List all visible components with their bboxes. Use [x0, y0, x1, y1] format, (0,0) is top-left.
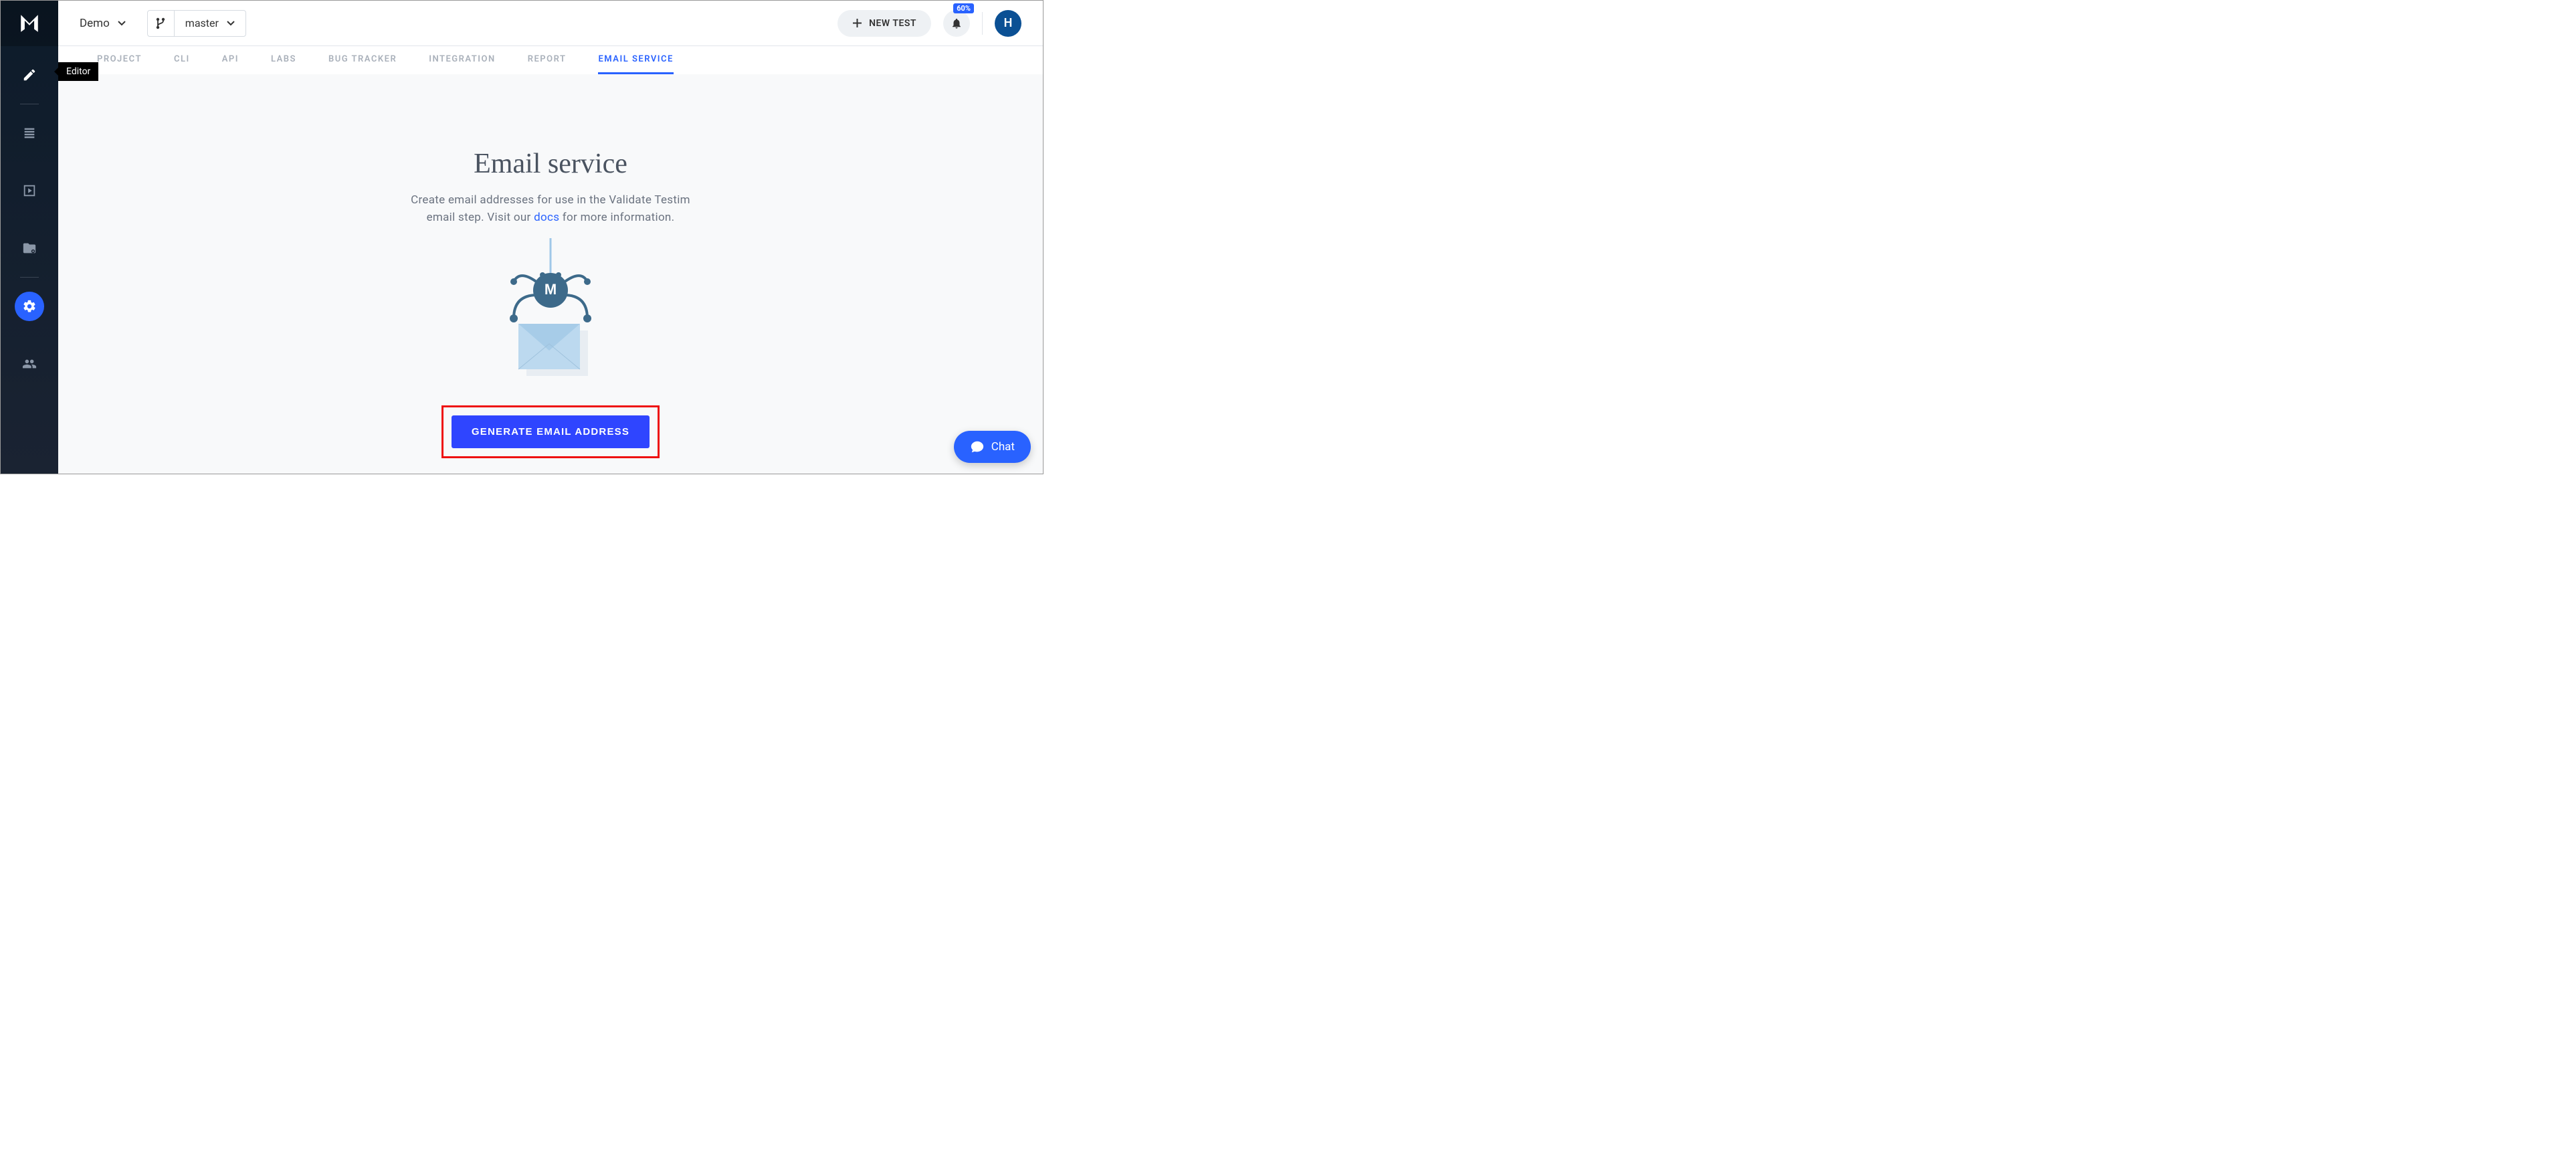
page-title: Email service [474, 148, 627, 180]
tab-cli[interactable]: CLI [174, 46, 190, 74]
top-header: Demo master NEW TEST 60% [58, 1, 1043, 46]
chat-label: Chat [991, 440, 1015, 454]
chat-button[interactable]: Chat [954, 431, 1031, 463]
folder-gear-icon [22, 241, 37, 256]
sidebar-list[interactable] [15, 118, 44, 148]
sidebar-team[interactable] [15, 349, 44, 379]
svg-text:M: M [544, 281, 557, 298]
project-name: Demo [80, 17, 110, 30]
logo[interactable] [1, 1, 58, 46]
spider-envelope-illustration: M [497, 238, 604, 385]
branch-name: master [185, 17, 219, 29]
sidebar-tooltip: Editor [58, 62, 98, 81]
team-icon [22, 357, 37, 371]
sidebar-settings[interactable] [15, 292, 44, 321]
sidebar-separator-2 [20, 277, 39, 278]
play-box-icon [22, 183, 37, 198]
chevron-down-icon [227, 19, 235, 27]
settings-tabs: PROJECT CLI API LABS BUG TRACKER INTEGRATION R… [58, 46, 1043, 74]
sidebar-editor[interactable] [15, 60, 44, 90]
notifications-button[interactable]: 60% [943, 10, 970, 37]
chevron-down-icon [118, 19, 126, 27]
branch-dropdown[interactable]: master [175, 17, 245, 29]
tab-labs[interactable]: LABS [271, 46, 296, 74]
tab-integration[interactable]: INTEGRATION [429, 46, 495, 74]
new-test-button[interactable]: NEW TEST [837, 10, 931, 37]
docs-link[interactable]: docs [534, 211, 559, 224]
tab-project[interactable]: PROJECT [97, 46, 142, 74]
tab-api[interactable]: API [222, 46, 239, 74]
page-description: Create email addresses for use in the Va… [411, 192, 690, 226]
pencil-icon [22, 68, 37, 82]
tab-email-service[interactable]: EMAIL SERVICE [598, 46, 673, 74]
email-service-content: Email service Create email addresses for… [58, 74, 1043, 474]
chat-icon [970, 440, 985, 454]
gear-icon [22, 299, 37, 314]
bell-icon [951, 17, 963, 29]
git-branch-icon [155, 17, 166, 29]
generate-email-button[interactable]: GENERATE EMAIL ADDRESS [452, 415, 650, 448]
logo-icon [18, 12, 41, 35]
new-test-label: NEW TEST [869, 18, 916, 29]
highlight-annotation: GENERATE EMAIL ADDRESS [441, 405, 660, 458]
user-avatar[interactable]: H [995, 10, 1021, 37]
branch-icon-button[interactable] [148, 10, 175, 37]
main-area: Demo master NEW TEST 60% [58, 1, 1043, 474]
notification-badge: 60% [953, 3, 974, 13]
sidebar [1, 1, 58, 474]
tab-bug-tracker[interactable]: BUG TRACKER [328, 46, 397, 74]
sidebar-folder-settings[interactable] [15, 233, 44, 263]
project-dropdown[interactable]: Demo [80, 17, 126, 30]
plus-icon [852, 18, 862, 28]
branch-selector: master [147, 10, 246, 37]
sidebar-runs[interactable] [15, 176, 44, 205]
list-icon [22, 126, 37, 140]
tab-report[interactable]: REPORT [528, 46, 567, 74]
header-separator [982, 12, 983, 35]
